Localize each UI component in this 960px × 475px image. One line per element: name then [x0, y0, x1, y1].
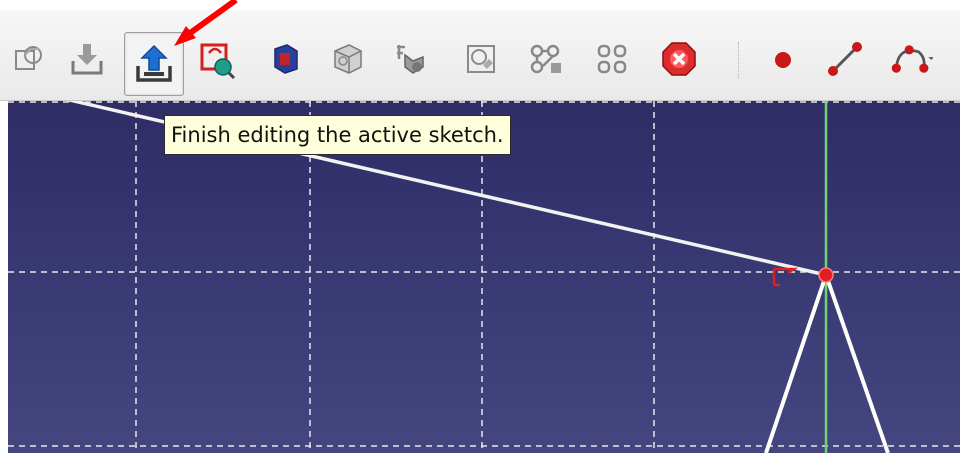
- sketcher-toolbar: [0, 10, 960, 101]
- tooltip: Finish editing the active sketch.: [164, 115, 511, 155]
- validate-sketch-button[interactable]: [194, 36, 240, 82]
- leave-sketch-button[interactable]: [124, 32, 184, 96]
- array-icon: [597, 44, 627, 74]
- sketcher-geometry-button[interactable]: [388, 36, 434, 82]
- array-button[interactable]: [590, 36, 636, 82]
- sketch-line-right: [824, 274, 890, 453]
- arc-icon: [891, 45, 933, 73]
- sketch-line-left: [764, 274, 828, 453]
- view-sketch-icon: [467, 45, 495, 73]
- line-button[interactable]: [822, 36, 868, 82]
- sketch-view-section-button[interactable]: [6, 36, 52, 82]
- attach-sketch-icon: [71, 44, 103, 75]
- toolbar-separator: [738, 42, 741, 78]
- leave-sketch-icon: [136, 44, 172, 82]
- mirror-sketch-icon: [274, 44, 298, 74]
- clone-icon: [530, 44, 561, 74]
- tooltip-text: Finish editing the active sketch.: [171, 123, 504, 147]
- delete-all-geometry-button[interactable]: [656, 36, 702, 82]
- view-sketch-button[interactable]: [458, 36, 504, 82]
- delete-all-geometry-icon: [662, 42, 696, 76]
- mirror-sketch-button[interactable]: [262, 36, 308, 82]
- arc-button[interactable]: [888, 36, 934, 82]
- validate-sketch-icon: [200, 43, 236, 79]
- point-button[interactable]: [760, 36, 806, 82]
- point-icon: [775, 52, 791, 68]
- merge-sketches-icon: [334, 44, 362, 74]
- merge-sketches-button[interactable]: [324, 36, 370, 82]
- attach-sketch-button[interactable]: [64, 36, 110, 82]
- line-icon: [828, 42, 862, 76]
- sketch-vertex: [818, 267, 834, 283]
- clone-button[interactable]: [524, 36, 570, 82]
- sketcher-geometry-icon: [397, 45, 424, 74]
- sketch-view-section-icon: [15, 46, 42, 70]
